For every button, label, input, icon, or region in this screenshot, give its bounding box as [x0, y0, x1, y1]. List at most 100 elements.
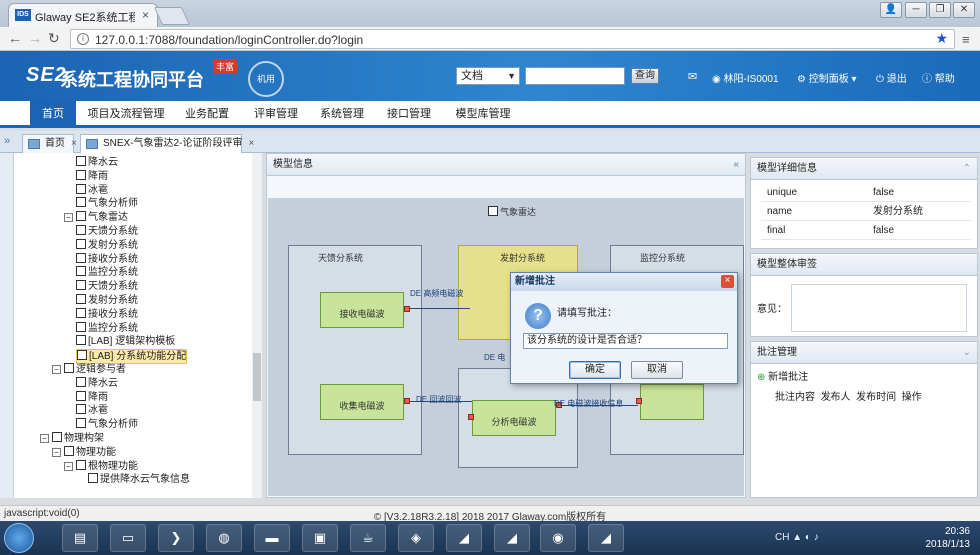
tree-item[interactable]: [LAB] 分系统功能分配 — [76, 349, 188, 365]
reload-icon[interactable]: ↻ — [48, 30, 60, 47]
tree-item[interactable]: − 根物理功能 — [64, 459, 138, 473]
collapse-down-icon[interactable]: ⌄ — [963, 342, 971, 364]
cancel-button[interactable]: 取消 — [631, 361, 683, 379]
back-icon[interactable]: ← — [8, 30, 22, 46]
collapse-icon[interactable]: « — [733, 154, 739, 176]
tree-item[interactable]: 提供降水云气象信息 — [88, 473, 190, 486]
browser-tab[interactable]: IDS Glaway SE2系统工程协 × — [8, 3, 158, 27]
collapse-left-icon[interactable]: » — [4, 135, 10, 147]
nav-model-library[interactable]: 模型库管理 — [448, 101, 518, 128]
app-icon[interactable]: ◈ — [398, 524, 434, 552]
tree-item[interactable]: 降雨 — [76, 390, 108, 404]
function-box[interactable]: 分析电磁波 — [472, 400, 556, 436]
app-window-icon[interactable]: ▣ — [302, 524, 338, 552]
tree-item[interactable]: 发射分系统 — [76, 294, 138, 307]
user-menu[interactable]: ◉ 林阳-IS0001 — [712, 70, 779, 85]
logout-button[interactable]: ⏻ 退出 — [876, 70, 907, 85]
powershell-icon[interactable]: ❯ — [158, 524, 194, 552]
system-box-antenna[interactable] — [288, 245, 422, 455]
tree-item[interactable]: 监控分系统 — [76, 266, 138, 279]
firefox-icon[interactable]: ◍ — [206, 524, 242, 552]
tab-review[interactable]: SNEX-气象雷达2-论证阶段评审 × — [80, 134, 254, 153]
scroll-thumb[interactable] — [253, 353, 261, 401]
tree-expander-icon[interactable]: − — [52, 447, 61, 457]
close-tab-icon[interactable]: × — [142, 8, 149, 22]
collapse-up-icon[interactable]: ⌃ — [963, 158, 971, 180]
browser-menu-icon[interactable]: ≡ — [962, 32, 970, 47]
tree-item[interactable]: − 物理构架 — [40, 432, 104, 445]
app-icon[interactable]: ◢ — [588, 524, 624, 552]
forward-icon[interactable]: → — [28, 30, 42, 46]
nav-project-flow[interactable]: 项目及流程管理 — [86, 101, 166, 128]
nav-business-config[interactable]: 业务配置 — [176, 101, 238, 128]
nav-interface[interactable]: 接口管理 — [380, 101, 438, 128]
page-info-icon[interactable]: i — [77, 33, 89, 45]
tree-item[interactable]: 接收分系统 — [76, 307, 138, 321]
network-app-icon[interactable]: ▤ — [62, 524, 98, 552]
tree-item[interactable]: 降水云 — [76, 376, 118, 390]
tree-item[interactable]: 监控分系统 — [76, 321, 138, 335]
tree-item[interactable]: − 气象雷达 — [64, 211, 128, 224]
tree-item[interactable]: 降雨 — [76, 169, 108, 183]
app-icon[interactable]: ◢ — [494, 524, 530, 552]
search-button[interactable]: 查询 — [631, 68, 659, 84]
clock[interactable]: 20:36 2018/1/13 — [910, 525, 971, 551]
function-box[interactable]: 接收电磁波 — [320, 292, 404, 328]
system-tray[interactable]: CH ▲ ◐ ♪ — [775, 532, 819, 543]
mail-icon[interactable]: ✉ — [688, 70, 697, 83]
tree-expander-icon[interactable]: − — [64, 461, 73, 471]
url-field[interactable]: i 127.0.0.1:7088/foundation/loginControl… — [70, 29, 955, 49]
tree-item-label: 提供降水云气象信息 — [100, 474, 190, 486]
tree-item[interactable]: 天馈分系统 — [76, 280, 138, 293]
doc-type-select[interactable]: 文档 ▼ — [456, 67, 520, 85]
opinion-textarea[interactable] — [791, 284, 967, 332]
restore-button[interactable]: ❐ — [929, 2, 951, 18]
model-detail-header: 模型详细信息 ⌃ — [751, 158, 977, 180]
tree-item[interactable]: 冰雹 — [76, 183, 108, 197]
close-window-button[interactable]: ✕ — [953, 2, 975, 18]
close-icon[interactable]: × — [71, 138, 77, 149]
tree-item[interactable]: 冰雹 — [76, 404, 108, 417]
minimize-button[interactable]: ─ — [905, 2, 927, 18]
java-icon[interactable]: ☕ — [350, 524, 386, 552]
help-button[interactable]: ⓘ 帮助 — [922, 70, 955, 85]
nav-review[interactable]: 评审管理 — [248, 101, 304, 128]
nav-system[interactable]: 系统管理 — [314, 101, 370, 128]
function-box[interactable] — [640, 384, 704, 420]
tab-home[interactable]: 首页 × — [22, 134, 77, 153]
chrome-icon[interactable]: ◉ — [540, 524, 576, 552]
tree-item[interactable]: − 物理功能 — [52, 445, 116, 459]
folder-icon[interactable]: ▭ — [110, 524, 146, 552]
port[interactable] — [636, 398, 642, 404]
tree-expander-icon[interactable]: − — [52, 365, 61, 374]
tree-item[interactable]: 接收分系统 — [76, 252, 138, 266]
terminal-icon[interactable]: ▬ — [254, 524, 290, 552]
annotation-input[interactable]: 该分系统的设计是否合适？ — [523, 333, 728, 349]
tree-item[interactable]: 降水云 — [76, 156, 118, 169]
new-tab-button[interactable] — [153, 7, 191, 25]
tree-item[interactable]: 天馈分系统 — [76, 225, 138, 238]
add-annotation-button[interactable]: ⊕ 新增批注 — [757, 368, 808, 383]
nav-home[interactable]: 首页 — [30, 101, 76, 128]
function-box[interactable]: 收集电磁波 — [320, 384, 404, 420]
bookmark-star-icon[interactable]: ★ — [935, 30, 948, 47]
close-icon[interactable]: × — [248, 138, 254, 149]
search-input[interactable] — [525, 67, 625, 85]
control-panel-menu[interactable]: ⚙ 控制面板 ▾ — [797, 70, 857, 85]
dialog-close-icon[interactable]: × — [721, 275, 734, 288]
tree-item[interactable]: 气象分析师 — [76, 197, 138, 210]
app-icon[interactable]: ◢ — [446, 524, 482, 552]
ok-button[interactable]: 确定 — [569, 361, 621, 379]
tree-item[interactable]: − 逻辑参与者 — [52, 363, 126, 376]
user-icon[interactable]: 👤 — [880, 2, 902, 18]
block-icon — [76, 321, 86, 332]
tree-item[interactable]: 发射分系统 — [76, 238, 138, 252]
port[interactable] — [468, 414, 474, 420]
start-button[interactable] — [4, 523, 34, 553]
port[interactable] — [404, 306, 410, 312]
tree-scrollbar[interactable] — [252, 153, 262, 498]
tree-expander-icon[interactable]: − — [40, 434, 49, 443]
tree-item[interactable]: [LAB] 逻辑架构模板 — [76, 335, 175, 348]
tree-item[interactable]: 气象分析师 — [76, 418, 138, 431]
tree-expander-icon[interactable]: − — [64, 213, 73, 223]
